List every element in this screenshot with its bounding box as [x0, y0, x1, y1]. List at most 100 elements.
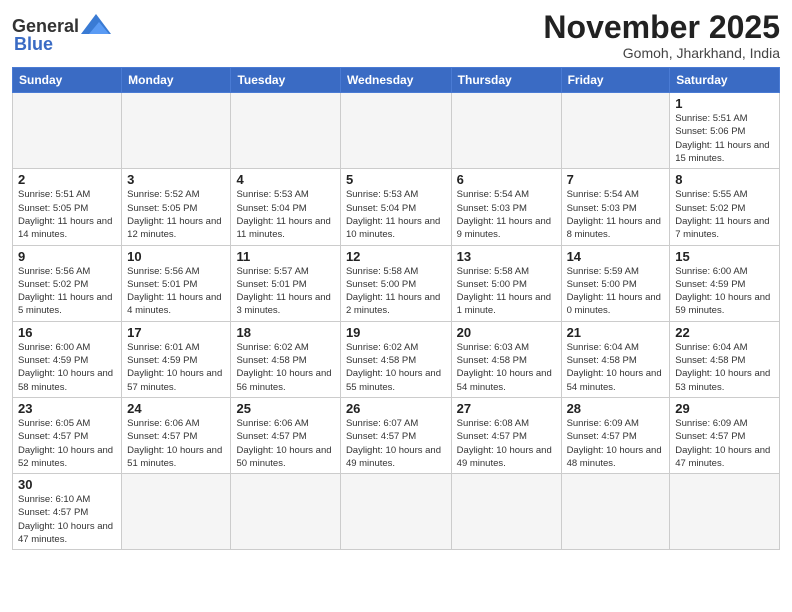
calendar-header-friday: Friday	[561, 68, 670, 93]
calendar-cell	[340, 474, 451, 550]
day-info: Sunrise: 5:55 AM Sunset: 5:02 PM Dayligh…	[675, 188, 774, 241]
calendar-header-thursday: Thursday	[451, 68, 561, 93]
day-info: Sunrise: 5:51 AM Sunset: 5:06 PM Dayligh…	[675, 112, 774, 165]
calendar-week-2: 9Sunrise: 5:56 AM Sunset: 5:02 PM Daylig…	[13, 245, 780, 321]
calendar-cell: 1Sunrise: 5:51 AM Sunset: 5:06 PM Daylig…	[670, 93, 780, 169]
calendar-week-0: 1Sunrise: 5:51 AM Sunset: 5:06 PM Daylig…	[13, 93, 780, 169]
calendar-cell: 14Sunrise: 5:59 AM Sunset: 5:00 PM Dayli…	[561, 245, 670, 321]
calendar-cell: 13Sunrise: 5:58 AM Sunset: 5:00 PM Dayli…	[451, 245, 561, 321]
calendar: SundayMondayTuesdayWednesdayThursdayFrid…	[12, 67, 780, 550]
day-info: Sunrise: 6:06 AM Sunset: 4:57 PM Dayligh…	[127, 417, 225, 470]
calendar-cell: 19Sunrise: 6:02 AM Sunset: 4:58 PM Dayli…	[340, 321, 451, 397]
day-info: Sunrise: 6:09 AM Sunset: 4:57 PM Dayligh…	[675, 417, 774, 470]
day-number: 15	[675, 249, 774, 264]
page: General Blue November 2025 Gomoh, Jharkh…	[0, 0, 792, 612]
day-number: 2	[18, 172, 116, 187]
day-number: 9	[18, 249, 116, 264]
day-number: 22	[675, 325, 774, 340]
month-title: November 2025	[543, 10, 780, 45]
location: Gomoh, Jharkhand, India	[543, 45, 780, 61]
calendar-cell: 28Sunrise: 6:09 AM Sunset: 4:57 PM Dayli…	[561, 397, 670, 473]
calendar-week-1: 2Sunrise: 5:51 AM Sunset: 5:05 PM Daylig…	[13, 169, 780, 245]
day-number: 12	[346, 249, 446, 264]
day-info: Sunrise: 6:00 AM Sunset: 4:59 PM Dayligh…	[18, 341, 116, 394]
day-number: 20	[457, 325, 556, 340]
day-info: Sunrise: 5:58 AM Sunset: 5:00 PM Dayligh…	[457, 265, 556, 318]
day-number: 24	[127, 401, 225, 416]
day-number: 17	[127, 325, 225, 340]
day-number: 6	[457, 172, 556, 187]
day-info: Sunrise: 5:58 AM Sunset: 5:00 PM Dayligh…	[346, 265, 446, 318]
day-info: Sunrise: 5:54 AM Sunset: 5:03 PM Dayligh…	[457, 188, 556, 241]
calendar-cell: 21Sunrise: 6:04 AM Sunset: 4:58 PM Dayli…	[561, 321, 670, 397]
calendar-header-tuesday: Tuesday	[231, 68, 340, 93]
day-info: Sunrise: 5:54 AM Sunset: 5:03 PM Dayligh…	[567, 188, 665, 241]
calendar-cell: 24Sunrise: 6:06 AM Sunset: 4:57 PM Dayli…	[122, 397, 231, 473]
day-info: Sunrise: 5:53 AM Sunset: 5:04 PM Dayligh…	[236, 188, 334, 241]
day-number: 23	[18, 401, 116, 416]
day-info: Sunrise: 6:03 AM Sunset: 4:58 PM Dayligh…	[457, 341, 556, 394]
calendar-cell: 15Sunrise: 6:00 AM Sunset: 4:59 PM Dayli…	[670, 245, 780, 321]
calendar-cell	[451, 474, 561, 550]
calendar-cell: 4Sunrise: 5:53 AM Sunset: 5:04 PM Daylig…	[231, 169, 340, 245]
calendar-cell: 5Sunrise: 5:53 AM Sunset: 5:04 PM Daylig…	[340, 169, 451, 245]
calendar-cell	[561, 93, 670, 169]
day-number: 7	[567, 172, 665, 187]
calendar-cell: 27Sunrise: 6:08 AM Sunset: 4:57 PM Dayli…	[451, 397, 561, 473]
calendar-header-monday: Monday	[122, 68, 231, 93]
calendar-cell: 17Sunrise: 6:01 AM Sunset: 4:59 PM Dayli…	[122, 321, 231, 397]
day-info: Sunrise: 5:56 AM Sunset: 5:01 PM Dayligh…	[127, 265, 225, 318]
day-info: Sunrise: 6:04 AM Sunset: 4:58 PM Dayligh…	[675, 341, 774, 394]
day-info: Sunrise: 6:04 AM Sunset: 4:58 PM Dayligh…	[567, 341, 665, 394]
logo-blue: Blue	[14, 34, 53, 55]
calendar-cell: 20Sunrise: 6:03 AM Sunset: 4:58 PM Dayli…	[451, 321, 561, 397]
day-info: Sunrise: 5:57 AM Sunset: 5:01 PM Dayligh…	[236, 265, 334, 318]
day-info: Sunrise: 6:00 AM Sunset: 4:59 PM Dayligh…	[675, 265, 774, 318]
calendar-cell: 30Sunrise: 6:10 AM Sunset: 4:57 PM Dayli…	[13, 474, 122, 550]
calendar-cell: 16Sunrise: 6:00 AM Sunset: 4:59 PM Dayli…	[13, 321, 122, 397]
day-number: 16	[18, 325, 116, 340]
day-info: Sunrise: 5:51 AM Sunset: 5:05 PM Dayligh…	[18, 188, 116, 241]
day-info: Sunrise: 5:59 AM Sunset: 5:00 PM Dayligh…	[567, 265, 665, 318]
calendar-cell: 26Sunrise: 6:07 AM Sunset: 4:57 PM Dayli…	[340, 397, 451, 473]
calendar-cell	[231, 93, 340, 169]
calendar-cell: 23Sunrise: 6:05 AM Sunset: 4:57 PM Dayli…	[13, 397, 122, 473]
calendar-cell: 25Sunrise: 6:06 AM Sunset: 4:57 PM Dayli…	[231, 397, 340, 473]
day-number: 1	[675, 96, 774, 111]
calendar-cell: 18Sunrise: 6:02 AM Sunset: 4:58 PM Dayli…	[231, 321, 340, 397]
calendar-cell	[122, 93, 231, 169]
day-number: 5	[346, 172, 446, 187]
day-info: Sunrise: 6:10 AM Sunset: 4:57 PM Dayligh…	[18, 493, 116, 546]
header: General Blue November 2025 Gomoh, Jharkh…	[12, 10, 780, 61]
day-info: Sunrise: 6:08 AM Sunset: 4:57 PM Dayligh…	[457, 417, 556, 470]
day-info: Sunrise: 6:06 AM Sunset: 4:57 PM Dayligh…	[236, 417, 334, 470]
day-number: 30	[18, 477, 116, 492]
day-number: 28	[567, 401, 665, 416]
calendar-cell	[13, 93, 122, 169]
calendar-header-wednesday: Wednesday	[340, 68, 451, 93]
day-info: Sunrise: 5:56 AM Sunset: 5:02 PM Dayligh…	[18, 265, 116, 318]
calendar-week-5: 30Sunrise: 6:10 AM Sunset: 4:57 PM Dayli…	[13, 474, 780, 550]
day-number: 13	[457, 249, 556, 264]
day-number: 11	[236, 249, 334, 264]
calendar-cell: 7Sunrise: 5:54 AM Sunset: 5:03 PM Daylig…	[561, 169, 670, 245]
logo-icon	[81, 14, 111, 38]
day-number: 3	[127, 172, 225, 187]
calendar-cell: 11Sunrise: 5:57 AM Sunset: 5:01 PM Dayli…	[231, 245, 340, 321]
day-info: Sunrise: 5:52 AM Sunset: 5:05 PM Dayligh…	[127, 188, 225, 241]
day-number: 21	[567, 325, 665, 340]
day-number: 25	[236, 401, 334, 416]
day-info: Sunrise: 6:07 AM Sunset: 4:57 PM Dayligh…	[346, 417, 446, 470]
calendar-cell	[451, 93, 561, 169]
calendar-header-row: SundayMondayTuesdayWednesdayThursdayFrid…	[13, 68, 780, 93]
calendar-cell: 29Sunrise: 6:09 AM Sunset: 4:57 PM Dayli…	[670, 397, 780, 473]
calendar-cell: 2Sunrise: 5:51 AM Sunset: 5:05 PM Daylig…	[13, 169, 122, 245]
day-number: 14	[567, 249, 665, 264]
day-number: 26	[346, 401, 446, 416]
calendar-cell: 8Sunrise: 5:55 AM Sunset: 5:02 PM Daylig…	[670, 169, 780, 245]
day-number: 29	[675, 401, 774, 416]
day-info: Sunrise: 6:09 AM Sunset: 4:57 PM Dayligh…	[567, 417, 665, 470]
day-info: Sunrise: 6:01 AM Sunset: 4:59 PM Dayligh…	[127, 341, 225, 394]
calendar-cell: 6Sunrise: 5:54 AM Sunset: 5:03 PM Daylig…	[451, 169, 561, 245]
calendar-cell	[561, 474, 670, 550]
